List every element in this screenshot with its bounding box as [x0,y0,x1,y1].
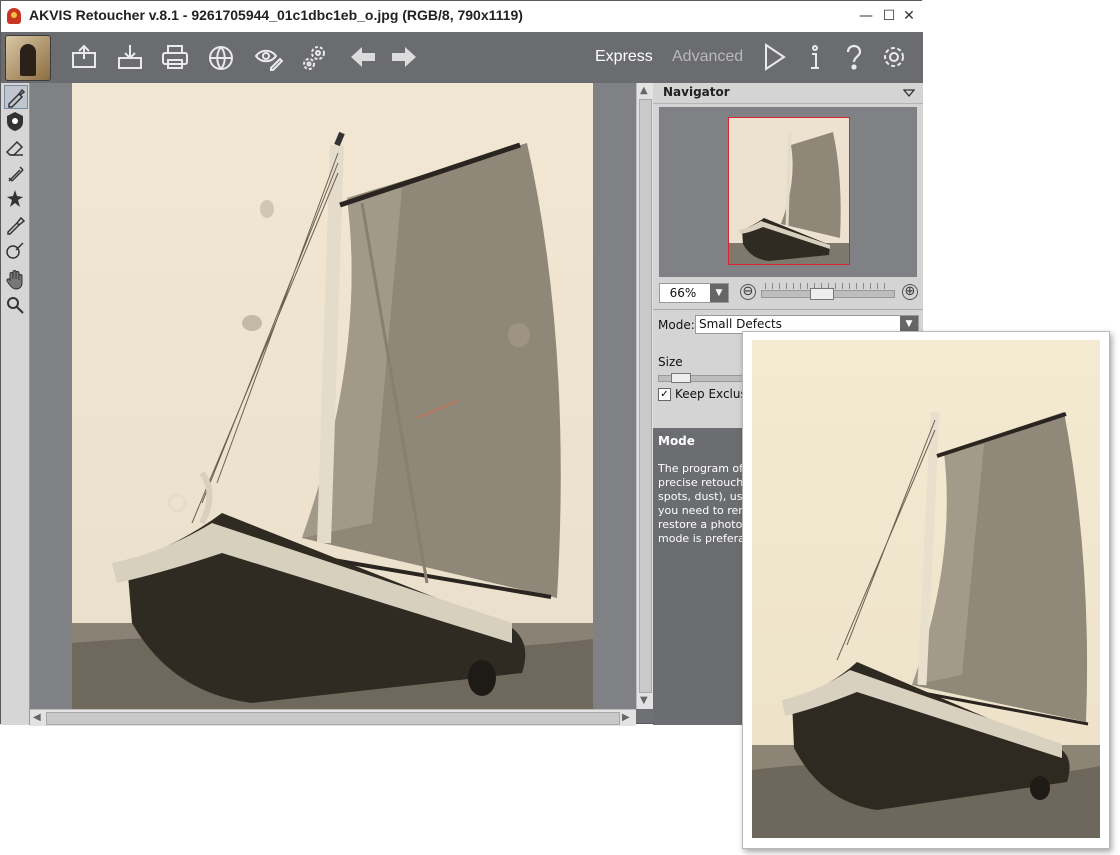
eye-pencil-icon [254,49,284,71]
zoom-icon [7,297,24,314]
zoom-combobox[interactable]: 66% ▼ [659,283,729,303]
pipette-icon [7,216,26,235]
express-mode-tab[interactable]: Express [595,48,653,66]
pipette-tool[interactable] [4,214,26,236]
gear-icon [884,47,904,67]
patch-icon [8,166,24,182]
navigator-visible-area[interactable] [728,117,850,265]
play-icon [765,43,786,71]
mode-select-value: Small Defects [699,317,782,331]
info-button[interactable] [798,40,832,74]
navigator-thumbnail [729,118,849,264]
main-toolbar: Express Advanced [1,32,923,83]
retouch-brush-icon [8,88,26,108]
eraser-tool[interactable] [4,136,26,158]
zoom-in-button[interactable]: ⊕ [902,284,918,300]
share-button[interactable] [204,40,238,74]
vertical-scroll-thumb[interactable] [639,99,652,693]
selection-brush-tool[interactable] [4,240,26,262]
clone-stamp-icon [7,112,23,131]
navigator-preview[interactable] [659,107,917,277]
print-icon [162,45,188,69]
minimize-button[interactable]: — [857,7,875,25]
size-slider-handle[interactable] [671,373,691,383]
zoom-dropdown-icon[interactable]: ▼ [710,284,728,302]
hand-tool[interactable] [4,268,26,290]
eraser-icon [5,140,24,156]
run-button[interactable] [757,40,791,74]
gears-icon [303,46,325,70]
scroll-right-arrow-icon[interactable]: ▶ [622,712,630,723]
akvis-logo-icon [7,8,21,24]
navigator-title: Navigator [663,85,730,99]
scroll-left-arrow-icon[interactable]: ◀ [33,712,41,723]
save-image-button[interactable] [113,40,147,74]
magic-wand-icon [7,190,23,207]
keep-exclusion-checkbox[interactable]: ✓ [658,388,671,401]
after-photo [752,340,1100,838]
help-title: Mode [658,434,695,448]
patch-tool[interactable] [4,162,26,184]
batch-button[interactable] [251,40,285,74]
question-icon [846,44,862,70]
magic-wand-tool[interactable] [4,188,26,210]
title-bar[interactable]: AKVIS Retoucher v.8.1 - 9261705944_01c1d… [1,1,923,33]
image-canvas[interactable] [30,83,636,709]
result-photo-card [742,331,1110,849]
navigator-header[interactable]: Navigator [653,83,923,104]
open-image-button[interactable] [67,40,101,74]
help-text: The program of precise retouchi spots, d… [658,462,748,545]
zoom-value: 66% [669,286,697,300]
info-icon [811,45,819,69]
open-icon [72,44,96,68]
sailboat-photo-after [752,340,1100,838]
size-label: Size [658,355,683,369]
advanced-mode-tab[interactable]: Advanced [672,48,743,66]
scroll-up-arrow-icon[interactable]: ▲ [640,85,648,96]
arrow-right-icon [392,47,416,67]
scroll-down-arrow-icon[interactable]: ▼ [640,695,648,706]
window-title: AKVIS Retoucher v.8.1 - 9261705944_01c1d… [29,7,523,23]
zoom-out-button[interactable]: ⊖ [740,284,756,300]
share-icon [209,46,233,70]
vertical-scrollbar[interactable]: ▲ ▼ [636,83,653,709]
retouch-brush-tool[interactable] [4,85,28,109]
plugin-settings-button[interactable] [298,40,332,74]
before-photo[interactable] [72,83,593,709]
arrow-left-icon [351,47,375,67]
mode-label: Mode: [658,318,695,332]
preferences-button[interactable] [877,40,911,74]
sailboat-photo-before [72,83,593,709]
horizontal-scroll-thumb[interactable] [46,712,620,725]
clone-stamp-tool[interactable] [4,110,26,132]
help-button[interactable] [837,40,871,74]
print-button[interactable] [158,40,192,74]
zoom-tool[interactable] [4,294,26,316]
horizontal-scrollbar[interactable]: ◀ ▶ [30,709,636,726]
hand-icon [6,270,23,290]
zoom-slider-handle[interactable] [810,288,834,300]
collapse-triangle-icon[interactable] [903,88,915,98]
selection-brush-icon [6,242,24,259]
redo-button[interactable] [387,40,421,74]
close-button[interactable]: ✕ [900,7,918,25]
save-icon [118,45,142,69]
retoucher-app-avatar[interactable] [5,35,51,81]
undo-button[interactable] [346,40,380,74]
maximize-button[interactable]: ☐ [880,7,898,25]
tools-panel [1,83,30,725]
